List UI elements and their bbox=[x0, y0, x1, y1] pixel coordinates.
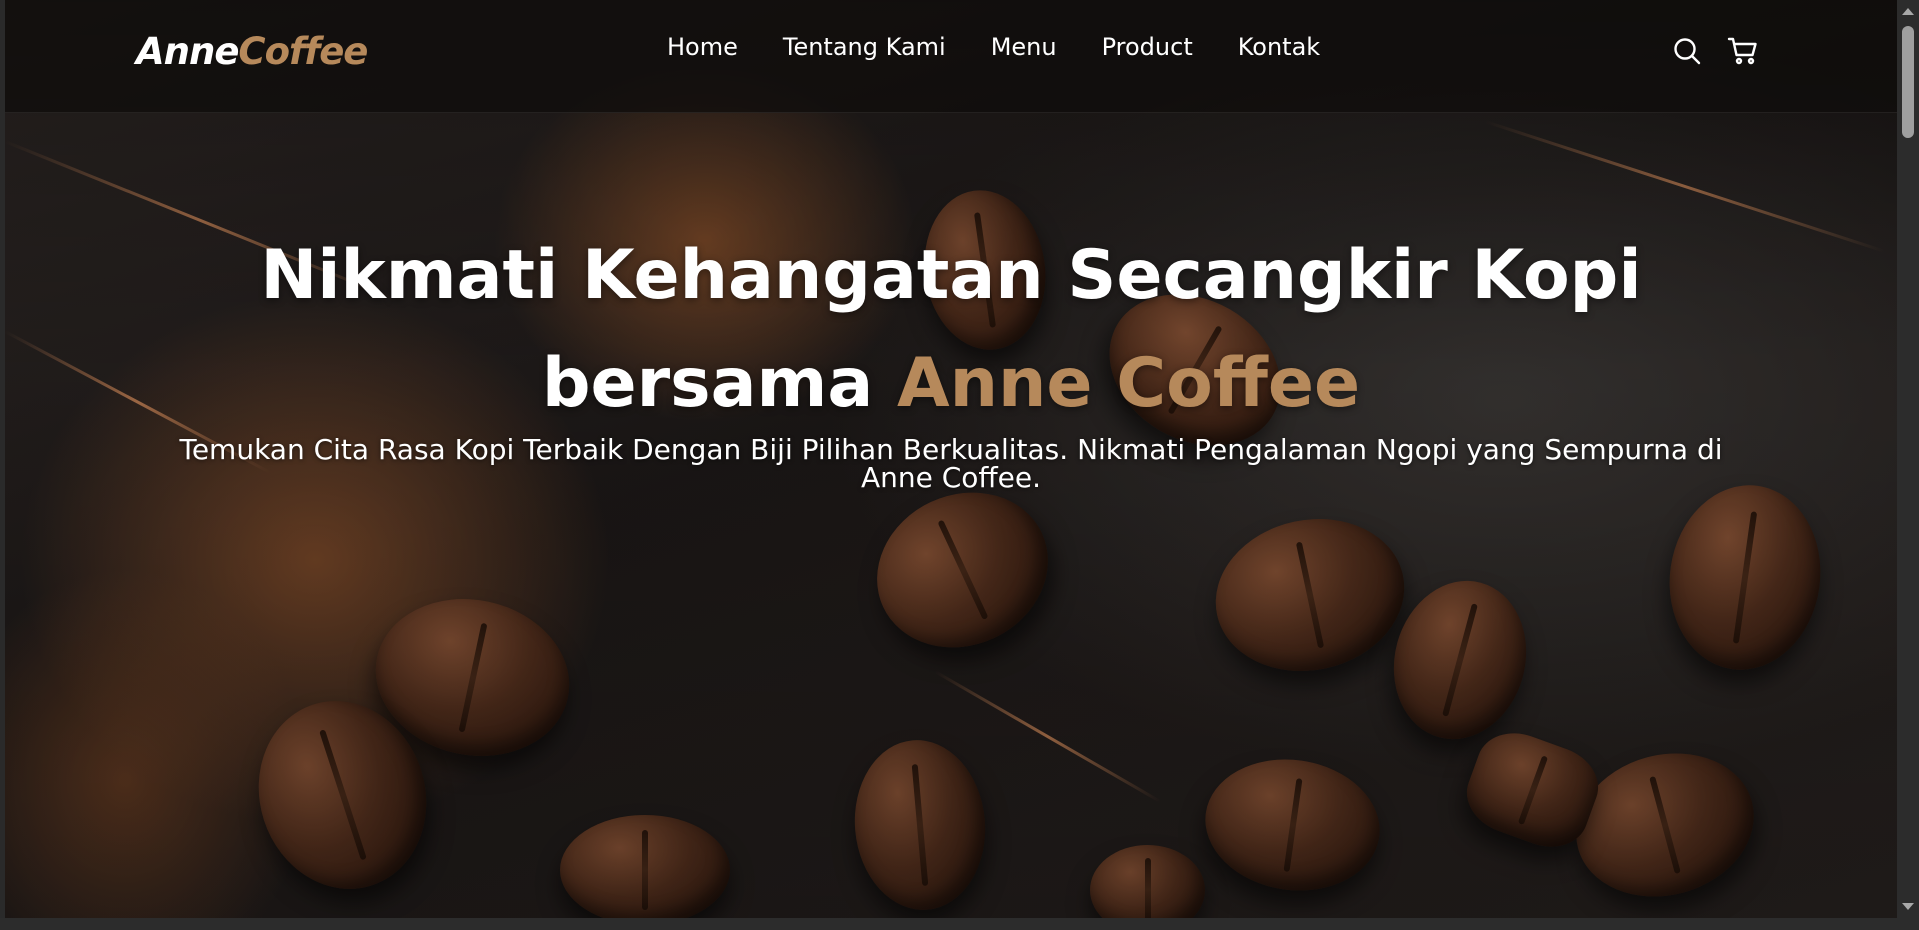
hero-title: Nikmati Kehangatan Secangkir Kopi bersam… bbox=[5, 222, 1897, 438]
hero-title-line1: Nikmati Kehangatan Secangkir Kopi bbox=[260, 236, 1642, 315]
window-bottom-edge bbox=[0, 918, 1919, 930]
brand-logo[interactable]: AnneCoffee bbox=[136, 30, 368, 73]
scroll-thumb[interactable] bbox=[1902, 26, 1914, 138]
nav-link-tentang-kami[interactable]: Tentang Kami bbox=[783, 33, 946, 61]
nav-link-product[interactable]: Product bbox=[1102, 33, 1193, 61]
navbar: AnneCoffee Home Tentang Kami Menu Produc… bbox=[5, 0, 1897, 113]
hero-title-accent: Anne Coffee bbox=[896, 344, 1361, 423]
shopping-cart-icon[interactable] bbox=[1727, 35, 1759, 67]
page-viewport: AnneCoffee Home Tentang Kami Menu Produc… bbox=[5, 0, 1897, 918]
main-nav: Home Tentang Kami Menu Product Kontak bbox=[667, 33, 1320, 61]
vertical-scrollbar[interactable] bbox=[1897, 0, 1919, 918]
browser-window: AnneCoffee Home Tentang Kami Menu Produc… bbox=[0, 0, 1919, 930]
nav-link-menu[interactable]: Menu bbox=[991, 33, 1057, 61]
logo-text: Anne bbox=[136, 30, 239, 73]
scroll-down-arrow-icon[interactable] bbox=[1902, 903, 1914, 910]
nav-link-home[interactable]: Home bbox=[667, 33, 738, 61]
logo-accent-text: Coffee bbox=[238, 30, 368, 73]
nav-link-kontak[interactable]: Kontak bbox=[1238, 33, 1320, 61]
scroll-up-arrow-icon[interactable] bbox=[1902, 8, 1914, 15]
hero-title-prefix: bersama bbox=[541, 344, 874, 423]
search-icon[interactable] bbox=[1671, 35, 1703, 67]
hero-subtitle: Temukan Cita Rasa Kopi Terbaik Dengan Bi… bbox=[179, 433, 1723, 494]
hero-title-line2: bersama Anne Coffee bbox=[5, 330, 1897, 438]
